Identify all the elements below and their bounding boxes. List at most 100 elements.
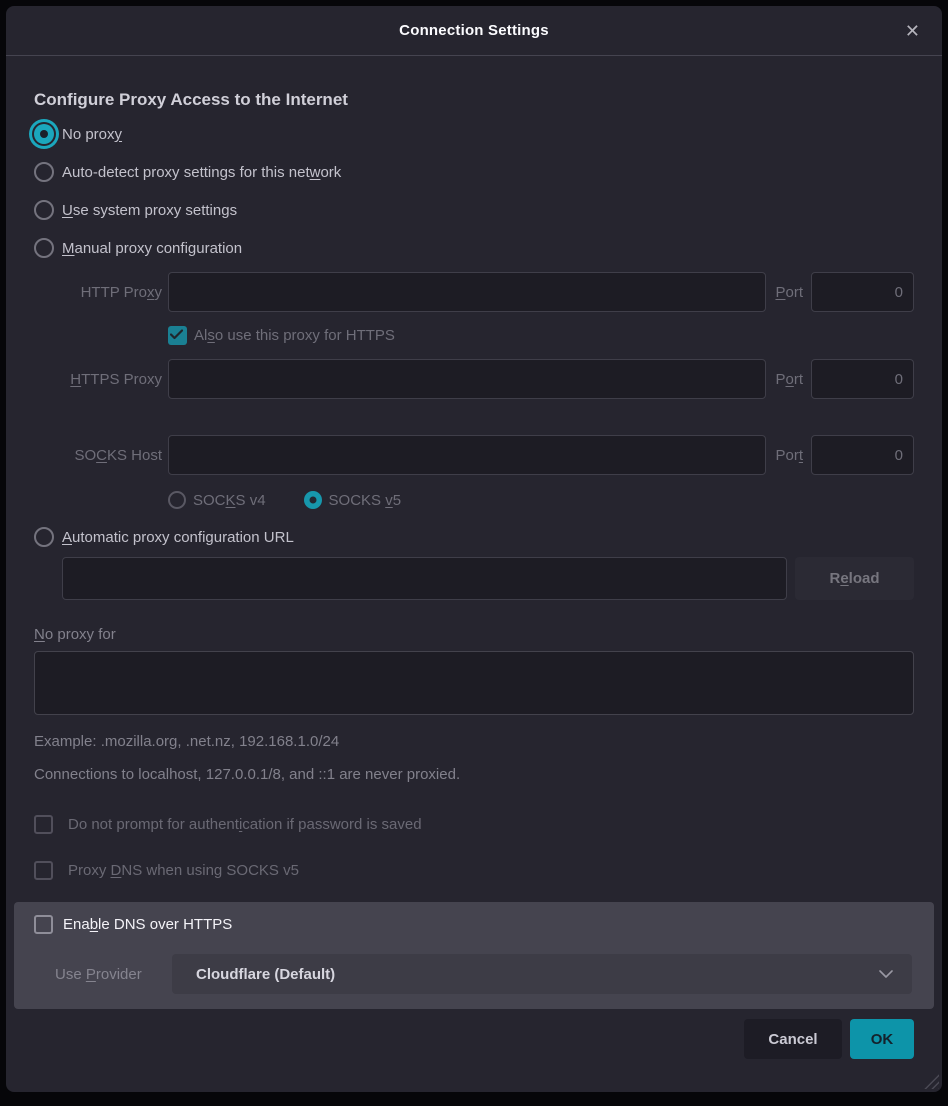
auto-url-input[interactable]	[62, 557, 787, 600]
label-text: 5	[393, 492, 401, 509]
localhost-note: Connections to localhost, 127.0.0.1/8, a…	[34, 766, 914, 783]
ok-button[interactable]: OK	[850, 1019, 914, 1059]
label-accesskey: b	[90, 916, 98, 933]
radio-socks-v4[interactable]	[168, 491, 186, 509]
label-text: Do not prompt for authent	[68, 816, 239, 833]
label-accesskey: e	[840, 570, 848, 587]
label-text: Use	[55, 966, 86, 983]
label-accesskey: P	[775, 284, 785, 301]
dialog-body: Configure Proxy Access to the Internet N…	[6, 56, 942, 1092]
https-port-label: Port	[775, 371, 803, 388]
radio-system-proxy[interactable]	[34, 200, 54, 220]
https-proxy-label: HTTPS Proxy	[34, 371, 162, 388]
also-https-row: Also use this proxy for HTTPS	[168, 326, 914, 345]
radio-row-no-proxy: No proxy	[34, 124, 914, 144]
label-accesskey: U	[62, 202, 73, 219]
doh-enable-checkbox[interactable]	[34, 915, 53, 934]
label-text: load	[849, 570, 880, 587]
label-text: ork	[320, 164, 341, 181]
http-proxy-input[interactable]	[168, 272, 766, 312]
section-heading: Configure Proxy Access to the Internet	[34, 90, 914, 110]
http-port-label: Port	[775, 284, 803, 301]
label-text: HTTP Pro	[81, 284, 147, 301]
label-text: ort	[785, 284, 803, 301]
close-icon[interactable]: ✕	[897, 16, 928, 46]
proxy-dns-socks5-label[interactable]: Proxy DNS when using SOCKS v5	[68, 862, 299, 879]
radio-auto-url[interactable]	[34, 527, 54, 547]
label-accesskey: x	[147, 284, 155, 301]
also-https-label[interactable]: Also use this proxy for HTTPS	[194, 327, 395, 344]
no-proxy-for-label: No proxy for	[34, 626, 914, 643]
no-proxy-for-textarea[interactable]	[34, 651, 914, 715]
label-accesskey: s	[207, 327, 215, 344]
label-accesskey: P	[86, 966, 96, 983]
socks-version-row: SOCKS v4 SOCKS v5	[168, 491, 914, 509]
label-text: R	[829, 570, 840, 587]
doh-provider-row: Use Provider Cloudflare (Default)	[55, 954, 912, 994]
https-port-input[interactable]	[811, 359, 914, 399]
label-text: KS Host	[107, 447, 162, 464]
label-accesskey: y	[115, 126, 123, 143]
proxy-dns-socks5-checkbox[interactable]	[34, 861, 53, 880]
no-auth-prompt-label[interactable]: Do not prompt for authentication if pass…	[68, 816, 422, 833]
radio-row-manual-proxy: Manual proxy configuration	[34, 238, 914, 258]
label-text: le DNS over HTTPS	[98, 916, 232, 933]
label-accesskey: t	[799, 447, 803, 464]
label-text: utomatic proxy configuration URL	[72, 529, 294, 546]
label-accesskey: N	[34, 626, 45, 643]
socks-port-input[interactable]	[811, 435, 914, 475]
doh-provider-value: Cloudflare (Default)	[196, 966, 878, 983]
label-accesskey: M	[62, 240, 75, 257]
radio-manual-proxy[interactable]	[34, 238, 54, 258]
radio-auto-detect[interactable]	[34, 162, 54, 182]
no-auth-prompt-checkbox[interactable]	[34, 815, 53, 834]
label-accesskey: D	[111, 862, 122, 879]
label-text: Por	[775, 447, 798, 464]
label-text: Ena	[63, 916, 90, 933]
radio-socks-v4-label[interactable]: SOCKS v4	[193, 492, 266, 509]
radio-auto-detect-label[interactable]: Auto-detect proxy settings for this netw…	[62, 164, 341, 181]
doh-enable-row: Enable DNS over HTTPS	[34, 915, 912, 934]
doh-enable-label[interactable]: Enable DNS over HTTPS	[63, 916, 232, 933]
auto-url-row: Reload	[62, 557, 914, 600]
label-accesskey: v	[385, 492, 393, 509]
label-text: anual proxy configuration	[75, 240, 243, 257]
radio-system-proxy-label[interactable]: Use system proxy settings	[62, 202, 237, 219]
label-accesskey: C	[96, 447, 107, 464]
socks-port-label: Port	[775, 447, 803, 464]
label-text: SOCKS	[329, 492, 386, 509]
doh-provider-dropdown[interactable]: Cloudflare (Default)	[172, 954, 912, 994]
label-text: No prox	[62, 126, 115, 143]
radio-no-proxy-label[interactable]: No proxy	[62, 126, 122, 143]
doh-provider-label: Use Provider	[55, 966, 162, 983]
radio-socks-v5[interactable]	[304, 491, 322, 509]
radio-socks-v5-label[interactable]: SOCKS v5	[329, 492, 402, 509]
dialog-titlebar: Connection Settings ✕	[6, 6, 942, 56]
socks-host-input[interactable]	[168, 435, 766, 475]
label-accesskey: o	[785, 371, 793, 388]
no-auth-prompt-row: Do not prompt for authentication if pass…	[34, 815, 914, 834]
label-accesskey: w	[310, 164, 321, 181]
socks-host-row: SOCKS Host Port	[34, 435, 914, 475]
label-text: TTPS Proxy	[81, 371, 162, 388]
dialog-footer: Cancel OK	[34, 1019, 914, 1059]
label-text: S v4	[236, 492, 266, 509]
radio-auto-url-label[interactable]: Automatic proxy configuration URL	[62, 529, 294, 546]
radio-no-proxy[interactable]	[34, 124, 54, 144]
checkmark-icon	[170, 329, 183, 340]
cancel-button[interactable]: Cancel	[744, 1019, 842, 1059]
label-text: Auto-detect proxy settings for this net	[62, 164, 310, 181]
label-text: P	[775, 371, 785, 388]
also-https-checkbox[interactable]	[168, 326, 187, 345]
label-text: rt	[794, 371, 803, 388]
label-text: Al	[194, 327, 207, 344]
reload-button[interactable]: Reload	[795, 557, 914, 600]
connection-settings-dialog: Connection Settings ✕ Configure Proxy Ac…	[6, 6, 942, 1092]
label-text: o use this proxy for HTTPS	[215, 327, 395, 344]
https-proxy-input[interactable]	[168, 359, 766, 399]
radio-manual-proxy-label[interactable]: Manual proxy configuration	[62, 240, 242, 257]
label-text: Proxy	[68, 862, 111, 879]
radio-row-auto-url: Automatic proxy configuration URL	[34, 527, 914, 547]
http-port-input[interactable]	[811, 272, 914, 312]
label-text: se system proxy settings	[73, 202, 237, 219]
